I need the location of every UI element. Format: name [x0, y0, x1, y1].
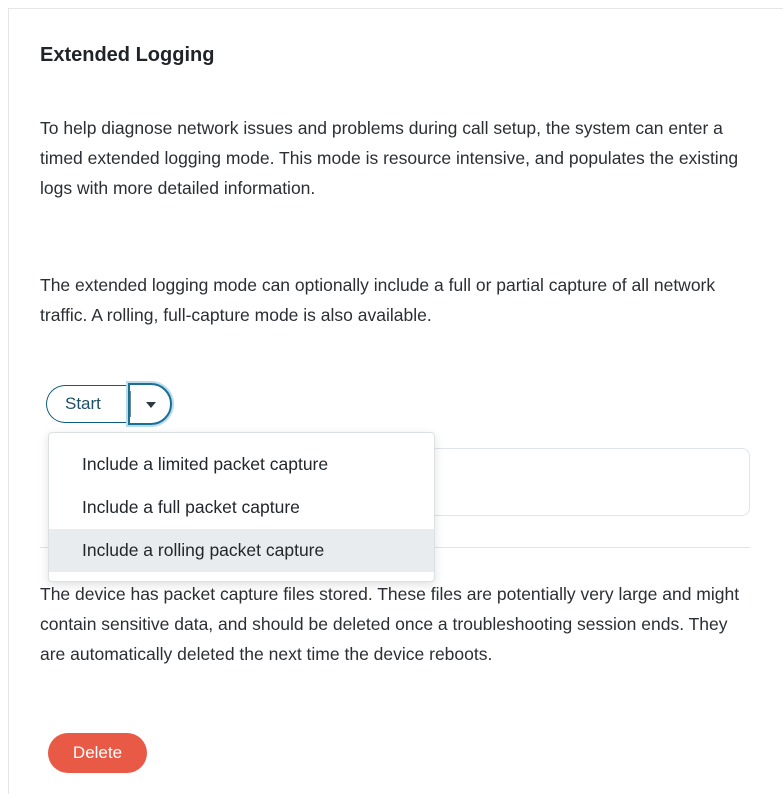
chevron-down-icon [146, 402, 156, 408]
packet-capture-notice: The device has packet capture files stor… [40, 584, 740, 664]
menu-item-limited-capture[interactable]: Include a limited packet capture [49, 443, 434, 486]
delete-button[interactable]: Delete [48, 733, 147, 773]
description-paragraph-1: To help diagnose network issues and prob… [40, 118, 739, 198]
menu-item-rolling-capture[interactable]: Include a rolling packet capture [49, 529, 434, 572]
start-button[interactable]: Start [46, 385, 128, 423]
page-title: Extended Logging [40, 44, 215, 66]
start-split-button: Start [46, 383, 172, 425]
start-options-toggle[interactable] [128, 383, 172, 425]
start-options-menu: Include a limited packet capture Include… [48, 432, 435, 582]
description-paragraph-2: The extended logging mode can optionally… [40, 275, 716, 325]
menu-item-full-capture[interactable]: Include a full packet capture [49, 486, 434, 529]
